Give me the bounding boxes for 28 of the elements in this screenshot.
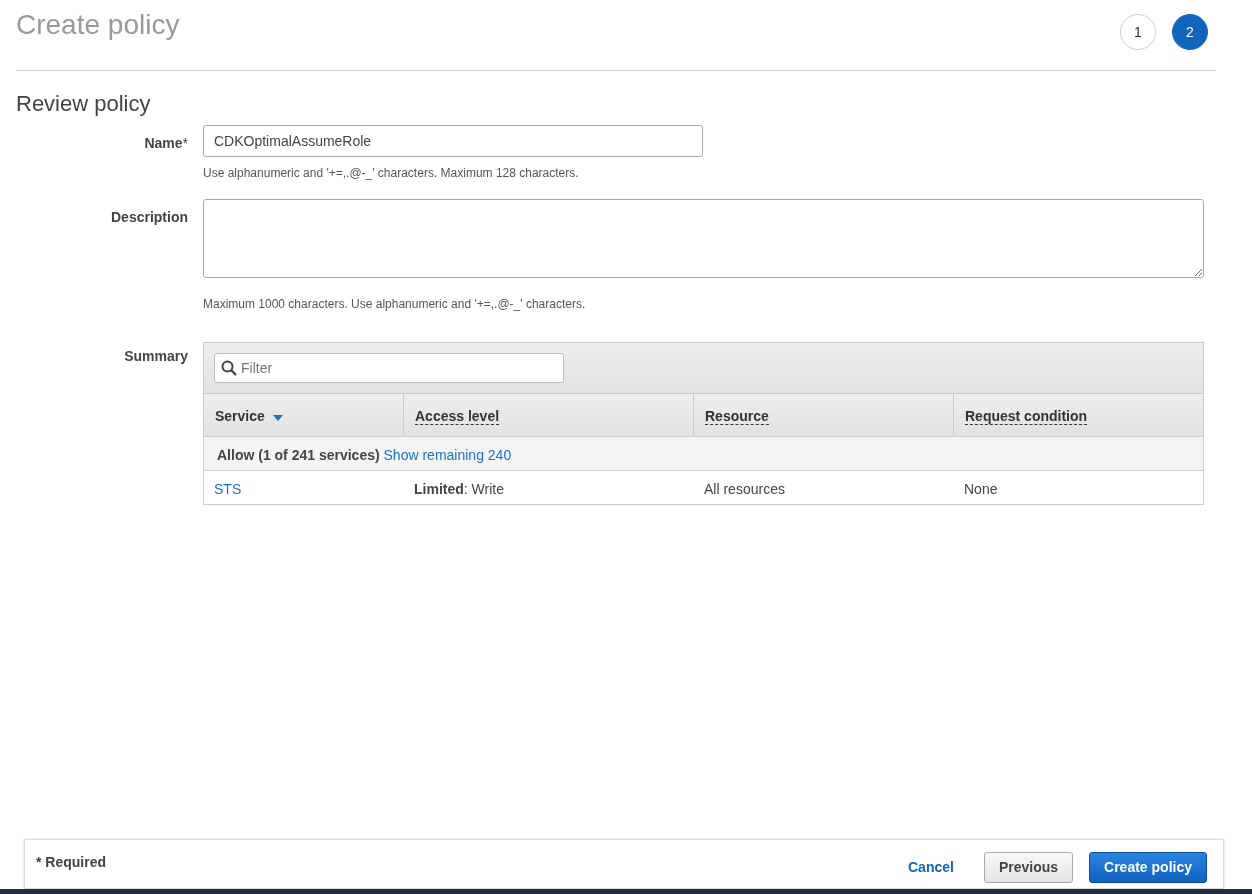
- service-link[interactable]: STS: [214, 481, 242, 498]
- field-label: Summary: [124, 348, 188, 365]
- previous-button[interactable]: Previous: [983, 852, 1074, 883]
- show-remaining-link[interactable]: Show remaining 240: [383, 447, 512, 464]
- filter-field[interactable]: Filter: [214, 353, 564, 384]
- description-input[interactable]: [203, 199, 1204, 279]
- required-note: * Required: [36, 853, 106, 872]
- table-cell-text: All resources: [703, 480, 786, 500]
- create-policy-button[interactable]: Create policy: [1089, 852, 1207, 883]
- field-label: Name: [144, 135, 183, 152]
- column-header[interactable]: Request condition: [954, 394, 1203, 437]
- caret-icon: [272, 414, 283, 421]
- hint-text: Use alphanumeric and '+=,.@-_' characters. Maximum 128 characters.: [203, 165, 580, 183]
- cancel-button[interactable]: Cancel: [894, 852, 968, 883]
- hint-text: Maximum 1000 characters. Use alphanumeric and '+=,.@-_' characters.: [203, 296, 587, 314]
- name-input[interactable]: CDKOptimalAssumeRole: [203, 125, 703, 158]
- page-title: Create policy: [16, 8, 180, 42]
- table-cell-text: Limited: Write: [413, 480, 505, 500]
- column-header[interactable]: Access level: [404, 394, 694, 437]
- column-header[interactable]: Resource: [694, 394, 954, 437]
- group-label: Allow (1 of 241 services): [217, 447, 380, 464]
- field-label: Description: [111, 209, 188, 226]
- section-title: Review policy: [16, 91, 152, 118]
- step-indicator[interactable]: 2: [1172, 14, 1208, 50]
- step-indicator[interactable]: 1: [1120, 14, 1156, 50]
- required-mark: *: [182, 135, 188, 152]
- table-cell-text: None: [963, 480, 999, 500]
- column-header[interactable]: Service: [204, 394, 404, 437]
